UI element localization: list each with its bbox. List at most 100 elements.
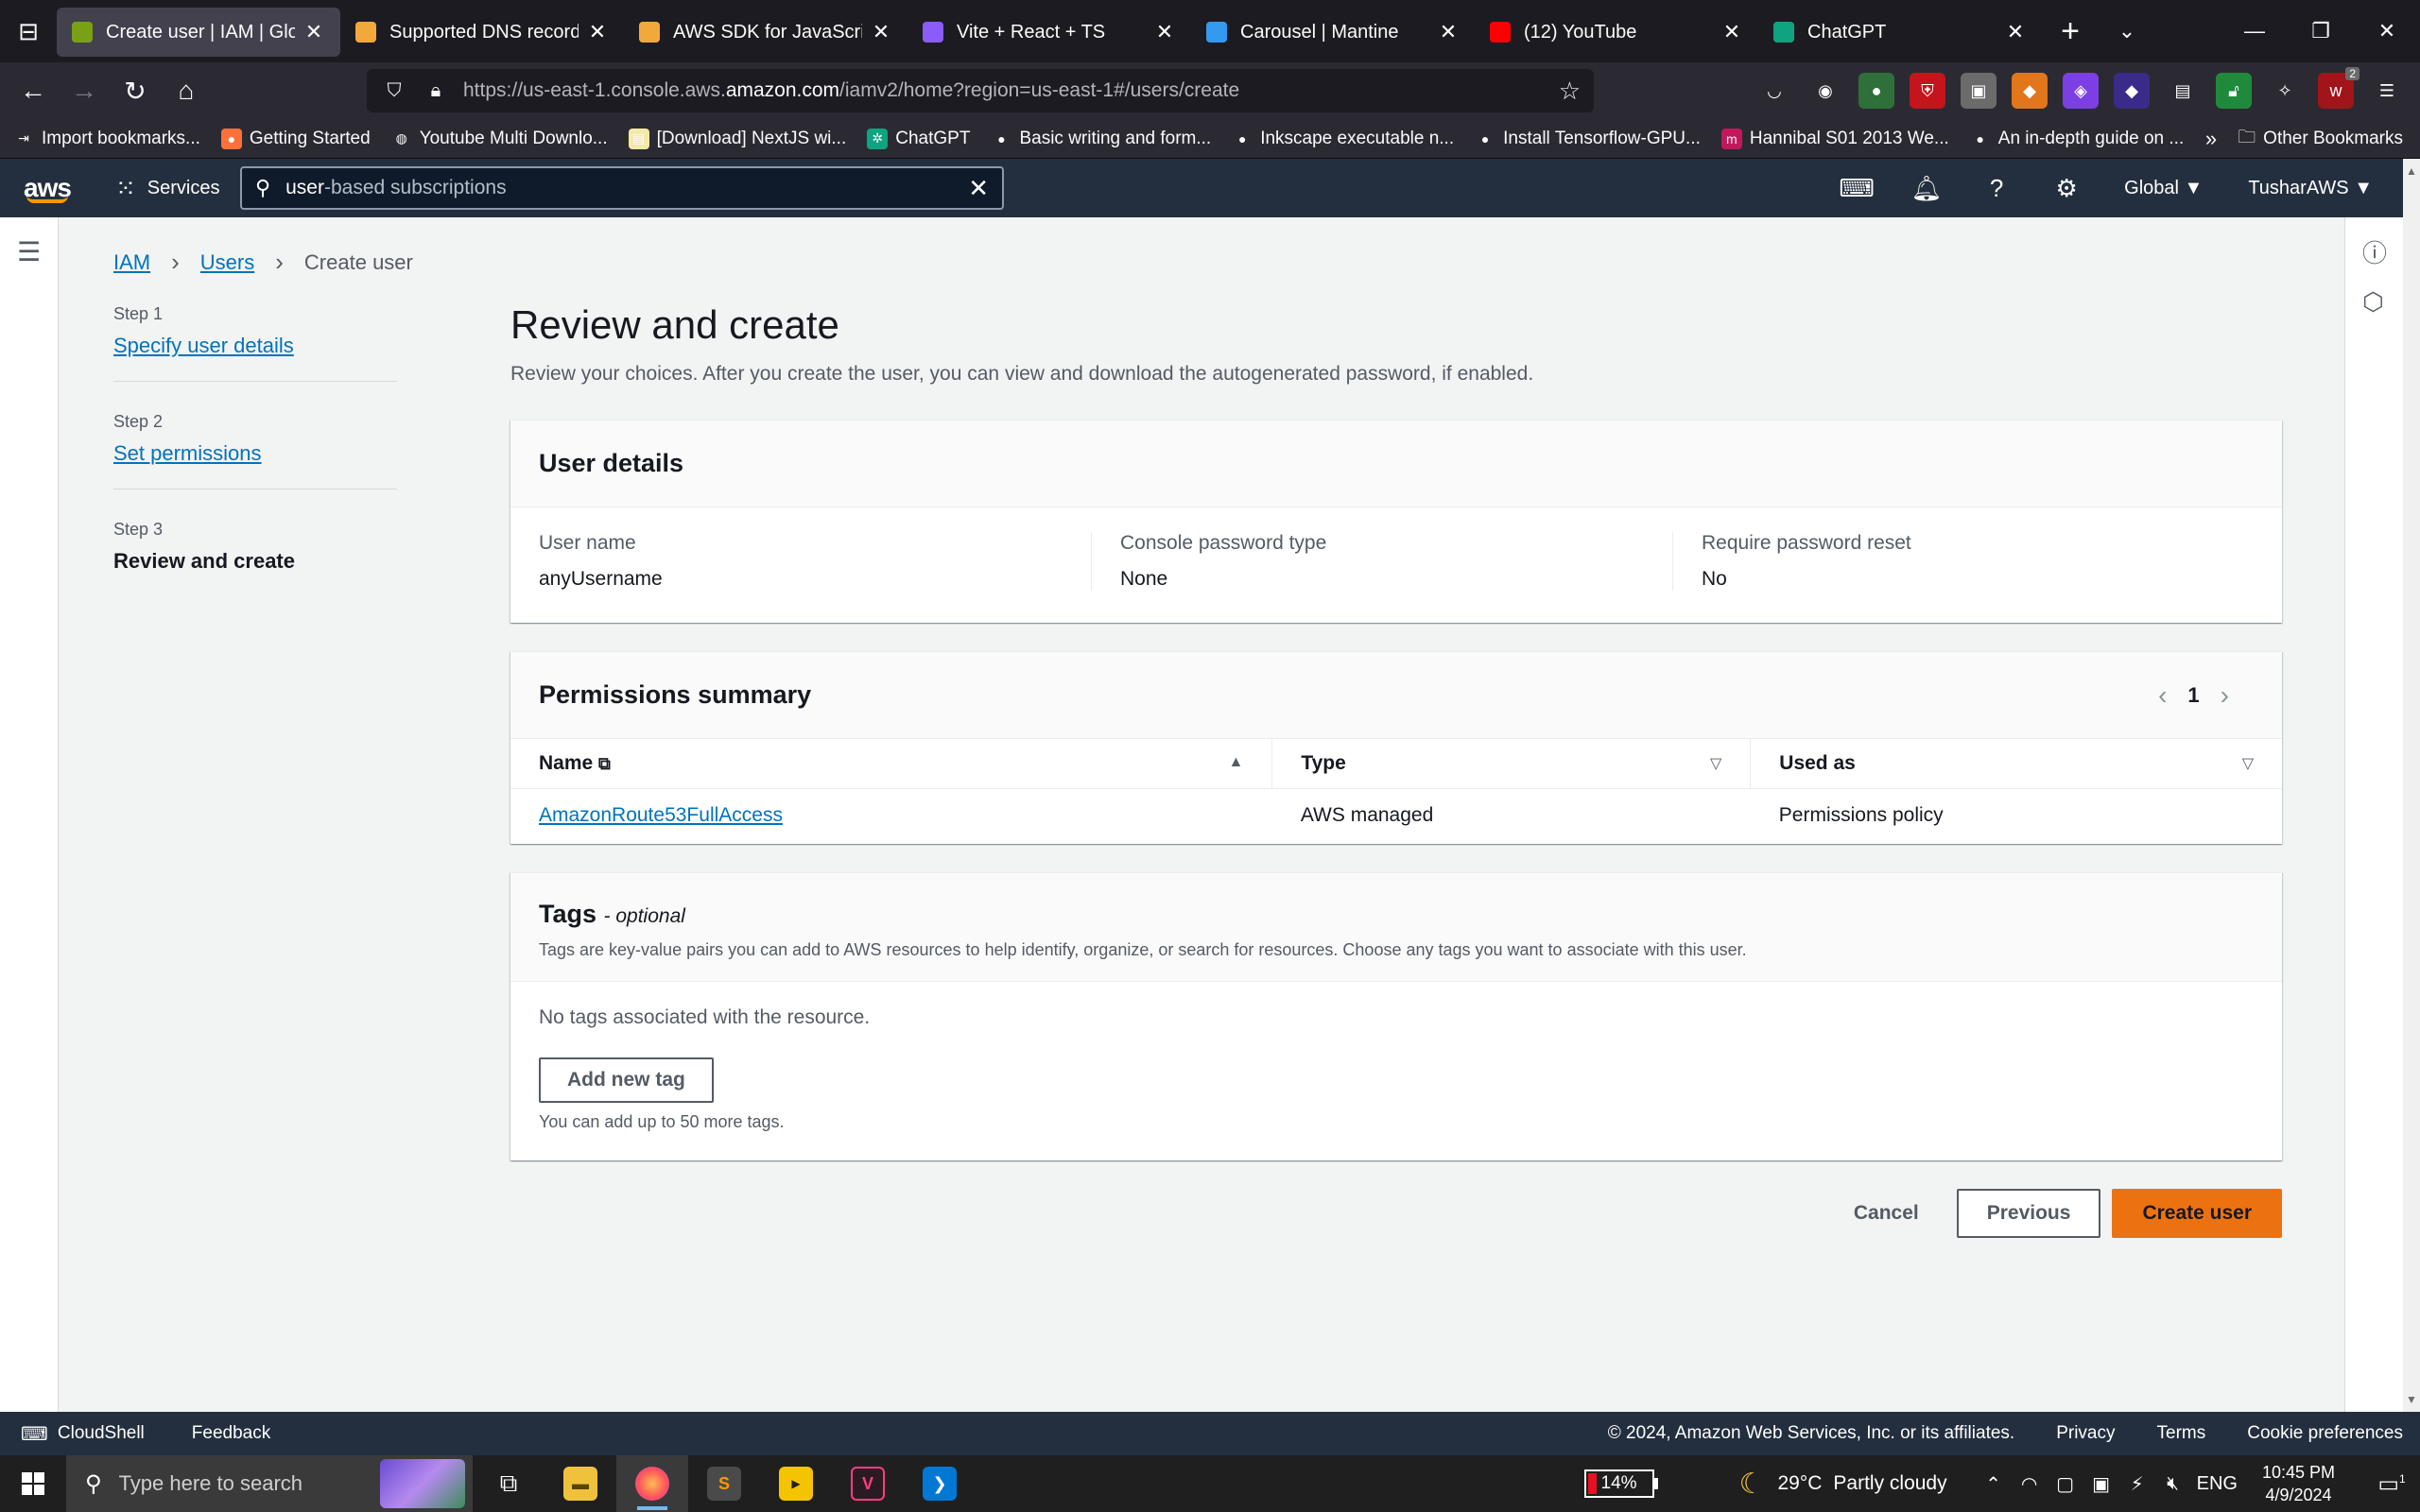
step-link-specify-user-details[interactable]: Specify user details [113,334,397,358]
bookmark-item[interactable]: ● Basic writing and form... [991,129,1211,149]
password-lock-icon[interactable]: 🔓︎ [2216,73,2252,109]
cancel-button[interactable]: Cancel [1854,1202,1919,1225]
sort-descending-icon[interactable]: ▽ [1710,754,1721,773]
url-text[interactable]: https://us-east-1.console.aws.amazon.com… [463,79,1559,102]
breadcrumb-iam[interactable]: IAM [113,250,150,275]
taskbar-clock[interactable]: 10:45 PM 4/9/2024 [2262,1461,2335,1506]
notifications-bell-icon[interactable]: 🔔︎ [1892,174,1962,203]
cookie-preferences-link[interactable]: Cookie preferences [2247,1423,2403,1444]
bookmark-item[interactable]: ✲ ChatGPT [867,128,970,149]
windows-start-icon[interactable] [0,1472,66,1495]
column-header-name[interactable]: Name ⧉ ▲ [510,739,1272,789]
bookmark-item[interactable]: ● Inkscape executable n... [1232,129,1454,149]
list-all-tabs-icon[interactable]: ⊟ [0,0,57,62]
sort-ascending-icon[interactable]: ▲ [1228,754,1243,771]
vscode-icon[interactable]: ❯ [904,1455,976,1512]
breadcrumb-users[interactable]: Users [200,250,254,275]
ublock-icon[interactable]: ⛨ [1910,73,1945,109]
file-explorer-icon[interactable]: ▬ [544,1455,616,1512]
player-icon[interactable]: ▶ [760,1455,832,1512]
bookmarks-overflow-icon[interactable]: » [2205,127,2217,151]
close-tab-icon[interactable]: ✕ [1437,20,1460,44]
url-bar[interactable]: ⛉ 🔒︎ https://us-east-1.console.aws.amazo… [367,69,1594,112]
lock-icon[interactable]: 🔒︎ [422,80,450,102]
extension-gray-icon[interactable]: ▣ [1961,73,1996,109]
metamask-icon[interactable]: ◆ [2012,73,2048,109]
browser-tab[interactable]: Create user | IAM | Global ✕ [57,8,340,57]
extensions-puzzle-icon[interactable]: ✧ [2267,73,2303,109]
power-plug-icon[interactable]: ⚡ [2119,1472,2155,1496]
network-icon[interactable]: ◠ [2012,1472,2048,1496]
page-scrollbar[interactable]: ▲ ▼ [2403,159,2420,1412]
close-tab-icon[interactable]: ✕ [870,20,892,44]
notification-center-icon[interactable]: ▭1 [2363,1470,2420,1498]
policy-link[interactable]: AmazonRoute53FullAccess [539,804,783,826]
add-new-tag-button[interactable]: Add new tag [539,1057,714,1103]
prev-page-chevron-icon[interactable]: ‹ [2158,680,2167,711]
scroll-down-icon[interactable]: ▼ [2406,1393,2417,1406]
column-header-type[interactable]: Type ▽ [1271,739,1751,789]
bookmark-item[interactable]: ● Getting Started [220,128,371,149]
bookmark-item[interactable]: ● An in-depth guide on ... [1970,129,2185,149]
browser-tab[interactable]: Supported DNS record typ ✕ [340,8,624,57]
region-dropdown[interactable]: Global ▼ [2124,178,2203,199]
settings-gear-icon[interactable]: ⚙ [2031,174,2101,203]
reload-icon[interactable]: ↻ [110,65,161,116]
create-user-button[interactable]: Create user [2112,1189,2282,1238]
tracking-shield-icon[interactable]: ⛉ [380,80,408,102]
bookmark-item[interactable]: ● Install Tensorflow-GPU... [1475,129,1701,149]
extension-color-icon[interactable]: ● [1858,73,1894,109]
bookmark-item[interactable]: ▤ [Download] NextJS wi... [628,128,846,149]
search-value[interactable]: user-based subscriptions [285,177,968,199]
terms-link[interactable]: Terms [2157,1423,2206,1444]
close-tab-icon[interactable]: ✕ [1720,20,1743,44]
feedback-link[interactable]: Feedback [192,1423,270,1444]
account-dropdown[interactable]: TusharAWS ▼ [2248,178,2373,199]
close-window-icon[interactable]: ✕ [2354,0,2420,62]
clear-search-icon[interactable]: ✕ [968,174,989,203]
language-indicator[interactable]: ENG [2197,1473,2238,1495]
app-menu-icon[interactable]: ☰ [2369,73,2405,109]
app-pink-icon[interactable]: V [832,1455,904,1512]
column-header-used-as[interactable]: Used as ▽ [1750,739,2282,789]
account-icon[interactable]: ◉ [1807,73,1843,109]
browser-tab[interactable]: ChatGPT ✕ [1758,8,2042,57]
close-tab-icon[interactable]: ✕ [2004,20,2027,44]
help-icon[interactable]: ? [1962,174,2031,203]
other-bookmarks[interactable]: » 🗀 Other Bookmarks [2205,119,2403,159]
hexagon-settings-icon[interactable]: ⬡ [2362,287,2384,317]
back-icon[interactable]: ← [8,65,59,116]
volume-muted-icon[interactable]: 🔇︎ [2155,1473,2191,1495]
extension-badge-icon[interactable]: w2 [2318,67,2360,109]
bookmark-item[interactable]: ⇥ Import bookmarks... [13,129,200,149]
browser-tab[interactable]: Carousel | Mantine ✕ [1191,8,1475,57]
hamburger-menu-icon[interactable]: ☰ [17,236,41,267]
pocket-icon[interactable]: ◡ [1756,73,1792,109]
cloudshell-icon[interactable]: ⌨ [1822,174,1892,203]
sublime-text-icon[interactable]: S [688,1455,760,1512]
aws-search-input[interactable]: ⚲ user-based subscriptions ✕ [240,166,1004,210]
services-menu-button[interactable]: ⁙ Services [115,174,238,203]
cloudshell-button[interactable]: ⌨ CloudShell [21,1422,145,1446]
previous-button[interactable]: Previous [1956,1189,2101,1238]
home-icon[interactable]: ⌂ [161,65,212,116]
restore-icon[interactable]: ❐ [2288,0,2354,62]
step-link-set-permissions[interactable]: Set permissions [113,441,397,466]
close-tab-icon[interactable]: ✕ [586,20,609,44]
browser-tab[interactable]: (12) YouTube ✕ [1475,8,1758,57]
weather-widget[interactable]: ☾ 29°C Partly cloudy [1739,1468,1947,1501]
task-view-icon[interactable]: ⧉ [473,1455,544,1512]
tray-app-icon[interactable]: ▣ [2083,1472,2119,1496]
sort-descending-icon[interactable]: ▽ [2242,754,2254,773]
taskbar-search-input[interactable]: ⚲ Type here to search [66,1455,473,1512]
firefox-icon[interactable] [616,1455,688,1512]
info-icon[interactable]: ⓘ [2362,234,2387,269]
scroll-up-icon[interactable]: ▲ [2406,164,2417,178]
forward-icon[interactable]: → [59,65,110,116]
browser-tab[interactable]: AWS SDK for JavaScript v3 ✕ [624,8,908,57]
minimize-icon[interactable]: — [2221,0,2288,62]
bookmark-item[interactable]: ◍ Youtube Multi Downlo... [391,129,608,149]
show-hidden-icons-chevron-icon[interactable]: ⌃ [1976,1472,2012,1496]
extension-purple-icon[interactable]: ◆ [2114,73,2150,109]
close-tab-icon[interactable]: ✕ [1153,20,1176,44]
